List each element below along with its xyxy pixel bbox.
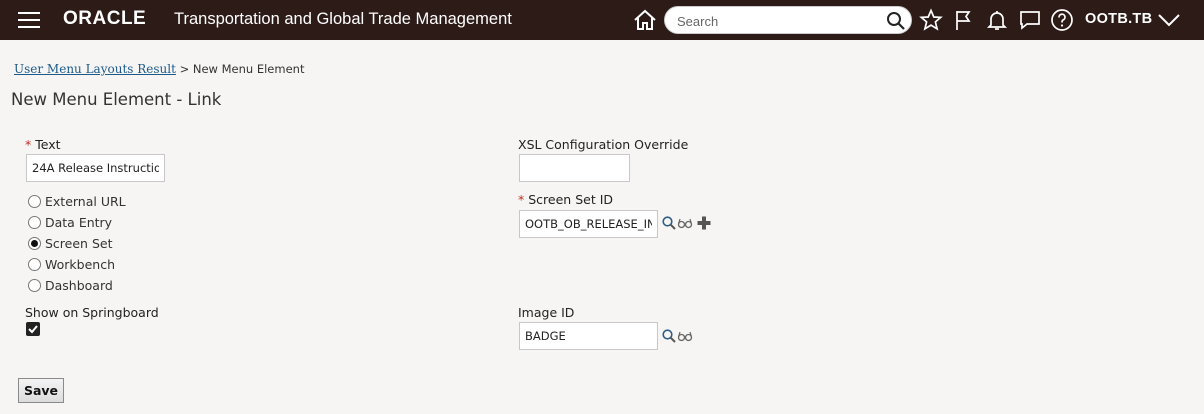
radio-button[interactable] xyxy=(28,215,41,229)
flag-icon[interactable] xyxy=(952,8,976,32)
radio-screen-set[interactable]: Screen Set xyxy=(28,234,112,252)
radio-workbench[interactable]: Workbench xyxy=(28,255,115,273)
chat-icon[interactable] xyxy=(1018,8,1042,32)
xsl-input[interactable] xyxy=(519,154,630,182)
radio-button[interactable] xyxy=(28,278,41,292)
radio-label: Workbench xyxy=(45,256,115,272)
view-icon[interactable] xyxy=(677,328,693,344)
checkmark-icon xyxy=(28,325,38,334)
breadcrumb-separator: > xyxy=(179,62,190,76)
radio-label: External URL xyxy=(45,193,126,209)
top-bar: ORACLE Transportation and Global Trade M… xyxy=(0,0,1204,40)
view-icon[interactable] xyxy=(677,215,693,231)
radio-button[interactable] xyxy=(28,194,41,208)
search-icon[interactable] xyxy=(886,11,906,31)
radio-external-url[interactable]: External URL xyxy=(28,192,126,210)
springboard-checkbox[interactable] xyxy=(26,322,40,336)
text-label: * Text xyxy=(25,137,61,152)
radio-dashboard[interactable]: Dashboard xyxy=(28,276,113,294)
image-id-label: Image ID xyxy=(518,305,575,320)
xsl-label: XSL Configuration Override xyxy=(518,137,689,152)
search-input[interactable] xyxy=(677,12,877,30)
radio-label: Screen Set xyxy=(45,235,113,251)
home-icon[interactable] xyxy=(632,8,658,32)
required-mark: * xyxy=(25,137,32,152)
springboard-label: Show on Springboard xyxy=(25,305,159,320)
radio-button-selected[interactable] xyxy=(28,236,41,250)
user-name[interactable]: OOTB.TB xyxy=(1085,11,1152,27)
chevron-down-icon[interactable] xyxy=(1157,10,1181,30)
product-title: Transportation and Global Trade Manageme… xyxy=(174,10,512,28)
save-button[interactable]: Save xyxy=(18,378,64,403)
bell-icon[interactable] xyxy=(985,8,1009,32)
page-title: New Menu Element - Link xyxy=(11,90,222,109)
text-input[interactable] xyxy=(26,154,165,182)
radio-label: Dashboard xyxy=(45,277,113,293)
menu-icon[interactable] xyxy=(18,12,40,28)
add-icon[interactable] xyxy=(696,215,712,231)
help-icon[interactable] xyxy=(1050,8,1074,32)
breadcrumb-current: New Menu Element xyxy=(192,62,305,76)
radio-data-entry[interactable]: Data Entry xyxy=(28,213,112,231)
screen-set-label: * Screen Set ID xyxy=(518,192,614,207)
breadcrumb-link-results[interactable]: User Menu Layouts Result xyxy=(14,62,176,76)
favorites-icon[interactable] xyxy=(919,8,943,32)
required-mark: * xyxy=(518,192,525,207)
radio-label: Data Entry xyxy=(45,214,113,230)
radio-button[interactable] xyxy=(28,257,41,271)
lookup-icon[interactable] xyxy=(661,328,677,344)
image-id-input[interactable] xyxy=(519,322,658,350)
breadcrumb: User Menu Layouts Result > New Menu Elem… xyxy=(14,62,304,76)
global-search xyxy=(664,6,912,34)
oracle-logo: ORACLE xyxy=(63,8,147,29)
screen-set-input[interactable] xyxy=(519,210,658,238)
lookup-icon[interactable] xyxy=(661,215,677,231)
